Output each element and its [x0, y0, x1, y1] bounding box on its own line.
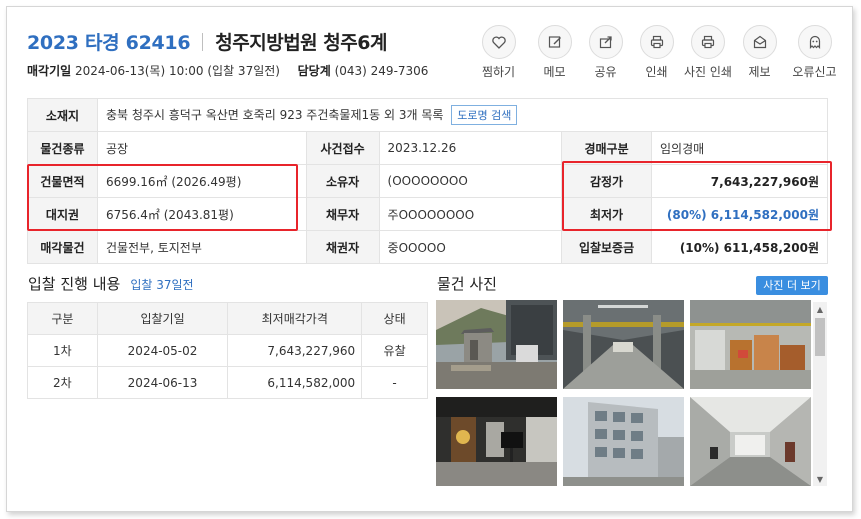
owner-label: 소유자: [305, 164, 380, 198]
location-label: 소재지: [27, 98, 98, 132]
property-photo[interactable]: [563, 397, 684, 486]
type-value: 공장: [96, 131, 307, 165]
debtor-label: 채무자: [305, 197, 380, 231]
table-row: 물건종류 공장 사건접수 2023.12.26 경매구분 임의경매: [27, 131, 829, 165]
status-cell: -: [361, 366, 428, 399]
photo-grid: [436, 300, 814, 486]
table-row: 매각물건 건물전부, 토지전부 채권자 중OOOOO 입찰보증금 (10%) 6…: [27, 230, 829, 264]
table-row: 소재지 충북 청주시 흥덕구 옥산면 호죽리 923 주건축물제1동 외 3개 …: [27, 98, 829, 132]
min-price-cell: 7,643,227,960: [227, 334, 363, 367]
debtor-value: 주OOOOOOOO: [378, 197, 563, 231]
action-toolbar: 찜하기 메모 공유 인쇄 사진 인쇄 제보 오류신고: [478, 25, 844, 80]
property-photo[interactable]: [436, 300, 557, 389]
owner-value: (OOOOOOOO: [378, 164, 563, 198]
memo-button[interactable]: 메모: [529, 25, 580, 80]
round-cell: 1차: [27, 334, 98, 367]
printer-icon: [650, 35, 663, 49]
property-photo[interactable]: [436, 397, 557, 486]
bid-date-cell: 2024-05-02: [96, 334, 229, 367]
appraisal-label: 감정가: [561, 164, 652, 198]
ghost-icon: [809, 35, 820, 49]
error-report-button[interactable]: 오류신고: [785, 25, 844, 80]
bookmark-button[interactable]: 찜하기: [478, 25, 519, 80]
table-header-row: 구분 입찰기일 최저매각가격 상태: [27, 302, 428, 335]
sale-date-value: 2024-06-13(목) 10:00 (입찰 37일전): [75, 64, 280, 78]
photo-scrollbar[interactable]: ▲ ▼: [813, 302, 827, 486]
bidding-table: 구분 입찰기일 최저매각가격 상태 1차 2024-05-02 7,643,22…: [27, 302, 428, 399]
land-label: 대지권: [27, 197, 98, 231]
print-button[interactable]: 인쇄: [631, 25, 682, 80]
court-name: 청주지방법원 청주6계: [215, 32, 387, 54]
table-row: 대지권 6756.4㎡ (2043.81평) 채무자 주OOOOOOOO 최저가…: [27, 197, 829, 231]
column-header: 최저매각가격: [227, 302, 363, 335]
photos-section-title: 물건 사진: [437, 275, 497, 293]
property-photo[interactable]: [563, 300, 684, 389]
round-cell: 2차: [27, 366, 98, 399]
building-area-label: 건물면적: [27, 164, 98, 198]
property-info-table: 소재지 충북 청주시 흥덕구 옥산면 호죽리 923 주건축물제1동 외 3개 …: [27, 98, 829, 264]
envelope-icon: [753, 35, 766, 49]
type-label: 물건종류: [27, 131, 98, 165]
column-header: 상태: [361, 302, 428, 335]
status-cell: 유찰: [361, 334, 428, 367]
property-photo[interactable]: [690, 397, 811, 486]
creditor-value: 중OOOOO: [378, 230, 563, 264]
building-area-value: 6699.16㎡ (2026.49평): [96, 164, 307, 198]
photo-print-button[interactable]: 사진 인쇄: [682, 25, 734, 80]
min-price-cell: 6,114,582,000: [227, 366, 363, 399]
sale-items-label: 매각물건: [27, 230, 98, 264]
sale-date-label: 매각기일: [27, 64, 72, 78]
deposit-label: 입찰보증금: [561, 230, 652, 264]
location-value: 충북 청주시 흥덕구 옥산면 호죽리 923 주건축물제1동 외 3개 목록: [105, 108, 444, 122]
sale-info-line: 매각기일 2024-06-13(목) 10:00 (입찰 37일전) 담당계 (…: [27, 62, 428, 79]
dept-label: 담당계: [297, 64, 331, 78]
scroll-up-icon[interactable]: ▲: [813, 302, 827, 316]
case-receipt-value: 2023.12.26: [378, 131, 563, 165]
deposit-value: (10%) 611,458,200원: [650, 230, 829, 264]
pencil-icon: [548, 36, 561, 48]
property-photo[interactable]: [690, 300, 811, 389]
min-price-label: 최저가: [561, 197, 652, 231]
bid-date-cell: 2024-06-13: [96, 366, 229, 399]
dept-phone: (043) 249-7306: [334, 64, 429, 78]
min-price-value: (80%) 6,114,582,000원: [650, 197, 829, 231]
scrollbar-thumb[interactable]: [815, 318, 825, 356]
auction-type-value: 임의경매: [650, 131, 829, 165]
table-row: 2차 2024-06-13 6,114,582,000 -: [27, 366, 428, 399]
table-row: 건물면적 6699.16㎡ (2026.49평) 소유자 (OOOOOOOO 감…: [27, 164, 829, 198]
bidding-section-title: 입찰 진행 내용 입찰 37일전: [28, 275, 194, 293]
heart-icon: [491, 36, 506, 49]
share-button[interactable]: 공유: [580, 25, 631, 80]
report-button[interactable]: 제보: [734, 25, 785, 80]
table-row: 1차 2024-05-02 7,643,227,960 유찰: [27, 334, 428, 367]
creditor-label: 채권자: [305, 230, 380, 264]
appraisal-value: 7,643,227,960원: [650, 164, 829, 198]
share-icon: [599, 36, 612, 49]
page-title: 2023 타경 62416 청주지방법원 청주6계: [27, 28, 387, 55]
title-divider: [202, 32, 204, 51]
scroll-down-icon[interactable]: ▼: [813, 472, 827, 486]
column-header: 입찰기일: [96, 302, 229, 335]
location-cell: 충북 청주시 흥덕구 옥산면 호죽리 923 주건축물제1동 외 3개 목록 도…: [96, 98, 829, 132]
column-header: 구분: [27, 302, 98, 335]
case-number: 2023 타경 62416: [27, 32, 191, 54]
land-value: 6756.4㎡ (2043.81평): [96, 197, 307, 231]
photo-print-icon: [701, 35, 715, 49]
case-receipt-label: 사건접수: [305, 131, 380, 165]
bidding-subtitle: 입찰 37일전: [130, 278, 194, 292]
road-name-search-button[interactable]: 도로명 검색: [451, 105, 518, 125]
more-photos-button[interactable]: 사진 더 보기: [756, 276, 828, 295]
sale-items-value: 건물전부, 토지전부: [96, 230, 307, 264]
auction-type-label: 경매구분: [561, 131, 652, 165]
